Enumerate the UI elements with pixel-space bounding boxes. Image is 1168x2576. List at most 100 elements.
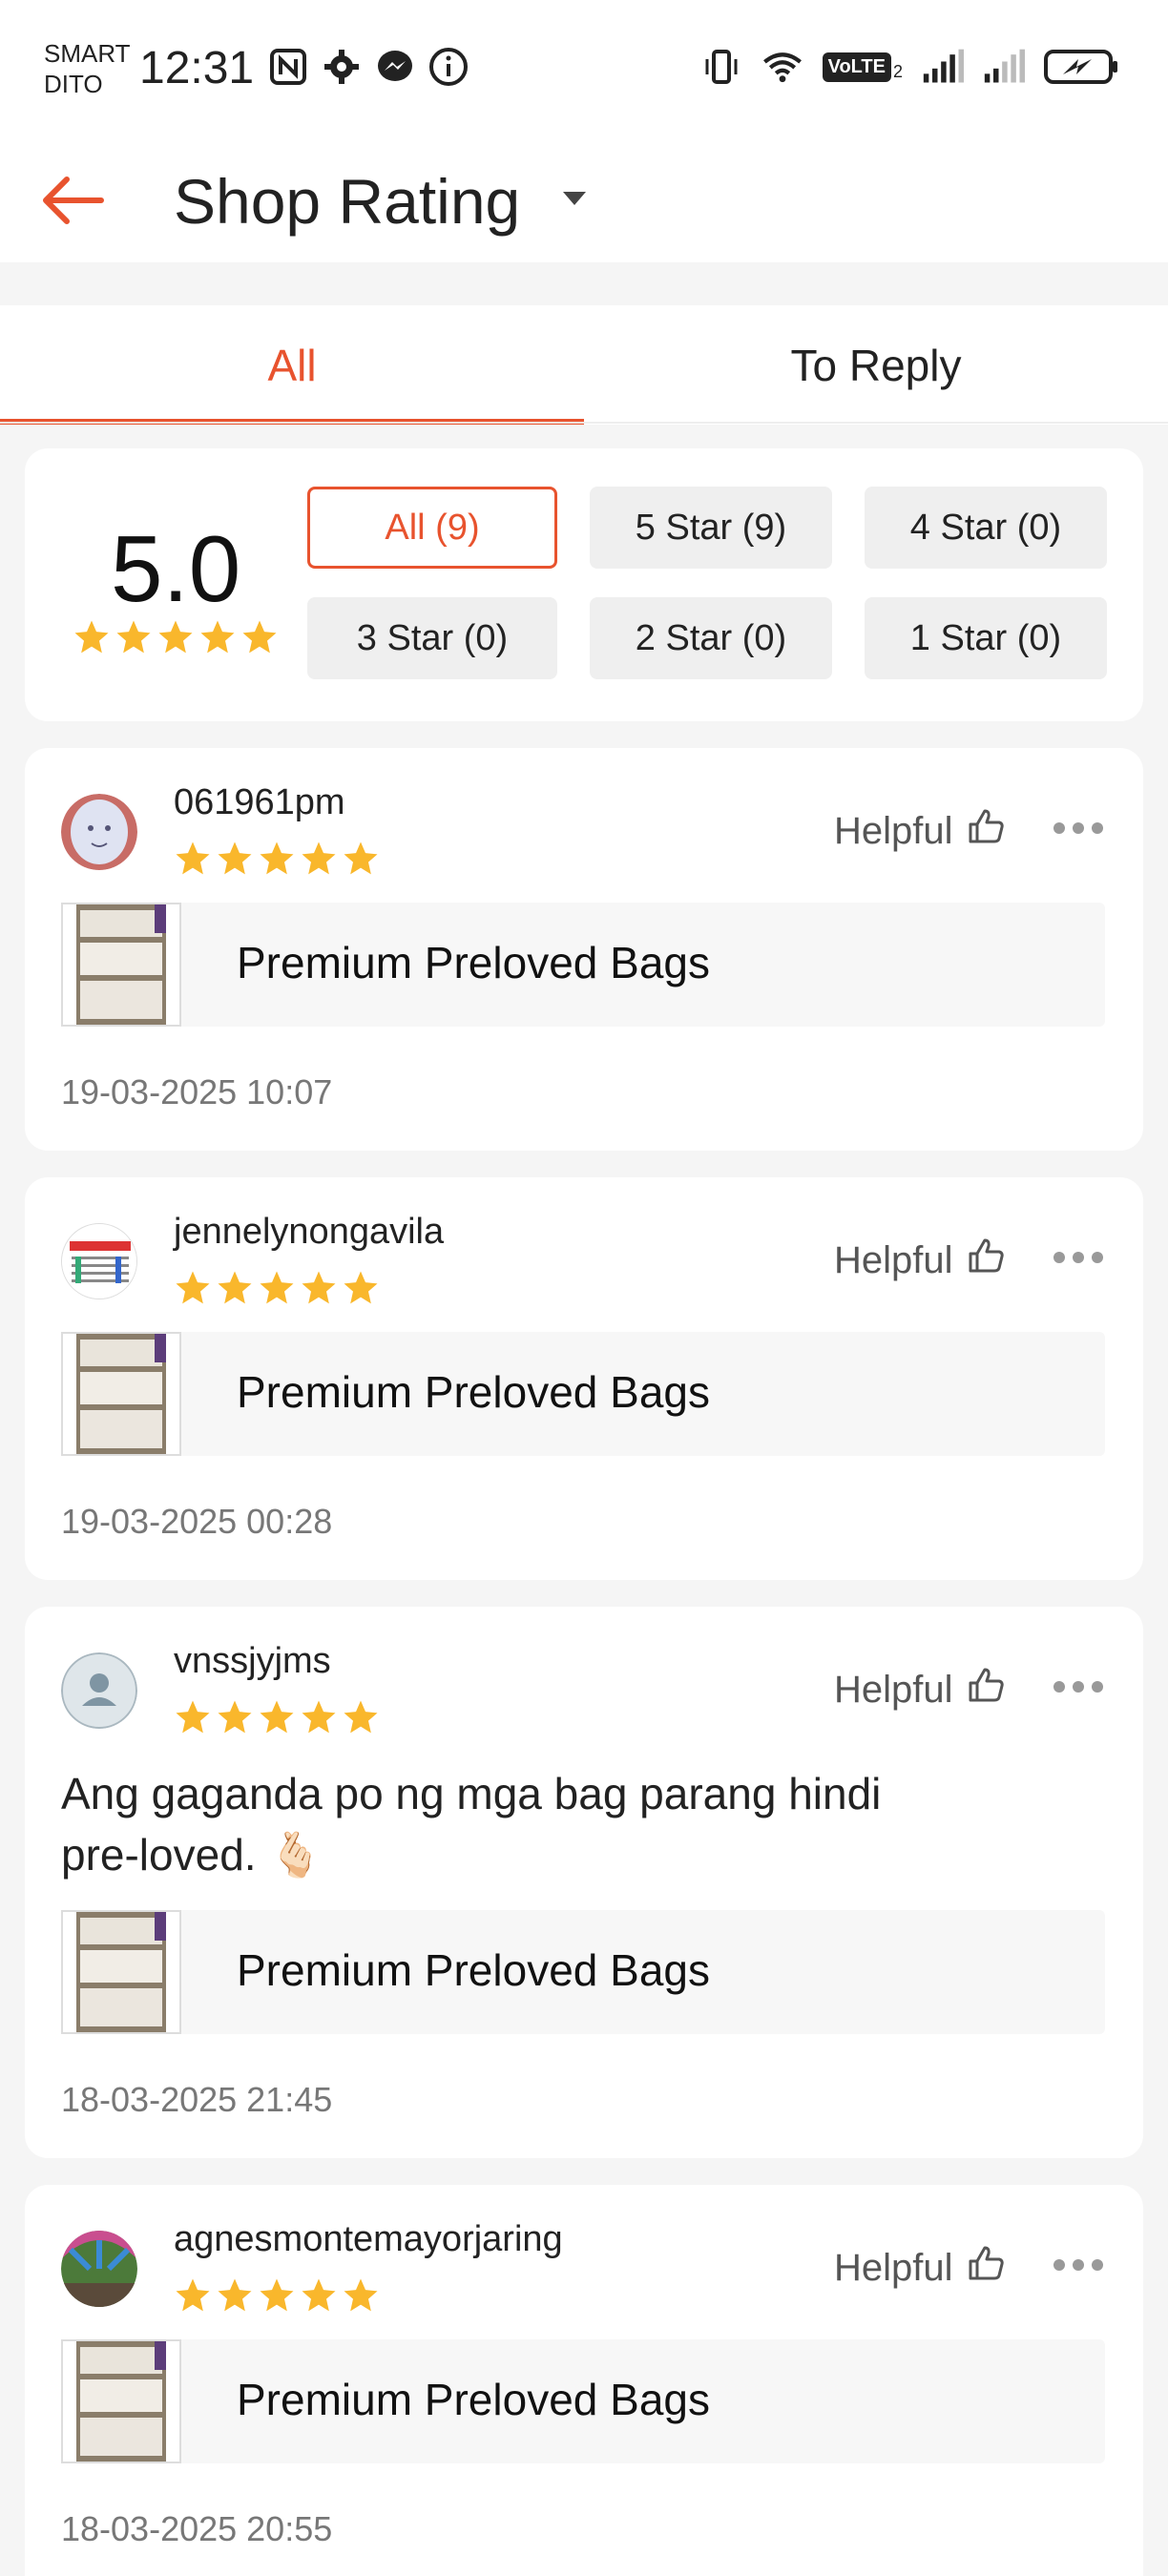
thumbs-up-icon: [967, 807, 1005, 855]
product-thumbnail: [61, 903, 181, 1027]
product-row[interactable]: Premium Preloved Bags: [61, 1910, 1105, 2034]
caret-down-icon[interactable]: [563, 192, 586, 212]
star-icon: [73, 618, 111, 661]
review-stars: [174, 2276, 380, 2319]
star-icon: [300, 1269, 338, 1312]
more-options-icon[interactable]: [1053, 1252, 1103, 1263]
star-icon: [300, 840, 338, 883]
star-icon: [115, 618, 153, 661]
star-icon: [300, 2276, 338, 2319]
messenger-icon: [374, 46, 416, 88]
helpful-button[interactable]: Helpful: [834, 807, 1005, 855]
product-row[interactable]: Premium Preloved Bags: [61, 903, 1105, 1027]
star-icon: [156, 618, 195, 661]
filter-5-star[interactable]: 5 Star (9): [590, 487, 832, 569]
carrier-label: SMART DITO: [44, 39, 131, 98]
more-options-icon[interactable]: [1053, 822, 1103, 834]
star-icon: [342, 1269, 380, 1312]
product-name: Premium Preloved Bags: [237, 1367, 710, 1417]
star-icon: [198, 618, 237, 661]
product-row[interactable]: Premium Preloved Bags: [61, 1332, 1105, 1456]
star-icon: [258, 2276, 296, 2319]
star-icon: [342, 1698, 380, 1741]
star-icon: [174, 2276, 212, 2319]
star-icon: [174, 1269, 212, 1312]
star-filter-group: All (9) 5 Star (9) 4 Star (0) 3 Star (0)…: [307, 487, 1107, 679]
back-arrow-icon[interactable]: [38, 167, 115, 234]
volte-badge: VoLTE 2: [822, 52, 903, 82]
helpful-button[interactable]: Helpful: [834, 1236, 1005, 1284]
thumbs-up-icon: [967, 2244, 1005, 2292]
review-card: agnesmontemayorjaring Helpful Premium Pr…: [25, 2185, 1143, 2576]
wifi-icon: [761, 46, 803, 88]
filter-2-star[interactable]: 2 Star (0): [590, 597, 832, 679]
page-title[interactable]: Shop Rating: [174, 165, 520, 238]
star-icon: [174, 1698, 212, 1741]
review-comment: Ang gaganda po ng mga bag parang hindi p…: [61, 1769, 882, 1880]
review-card: vnssjyjms Helpful Ang gaganda po ng mga …: [25, 1607, 1143, 2158]
product-row[interactable]: Premium Preloved Bags: [61, 2339, 1105, 2463]
avatar[interactable]: [61, 1223, 137, 1299]
reviewer-name: jennelynongavila: [174, 1212, 445, 1252]
avatar[interactable]: [61, 1652, 137, 1729]
review-stars: [174, 1269, 380, 1312]
review-date: 18-03-2025 21:45: [61, 2080, 333, 2119]
product-thumbnail: [61, 1332, 181, 1456]
reviewer-name: agnesmontemayorjaring: [174, 2219, 563, 2259]
star-icon: [216, 840, 254, 883]
helpful-button[interactable]: Helpful: [834, 1666, 1005, 1714]
thumbs-up-icon: [967, 1666, 1005, 1714]
review-card: jennelynongavila Helpful Premium Prelove…: [25, 1177, 1143, 1580]
app-header: Shop Rating: [0, 138, 1168, 262]
review-card: 061961pm Helpful Premium Preloved Bags 1…: [25, 748, 1143, 1151]
nfc-icon: [267, 46, 309, 88]
product-thumbnail: [61, 1910, 181, 2034]
star-icon: [216, 1698, 254, 1741]
tab-all[interactable]: All: [0, 305, 584, 425]
status-time: 12:31: [139, 43, 255, 93]
filter-4-star[interactable]: 4 Star (0): [865, 487, 1107, 569]
product-thumbnail: [61, 2339, 181, 2463]
thumbs-up-icon: [967, 1236, 1005, 1284]
settings-gear-icon: [321, 46, 363, 88]
review-stars: [174, 1698, 380, 1741]
average-score: 5.0: [111, 516, 241, 621]
review-stars: [174, 840, 380, 883]
star-icon: [216, 1269, 254, 1312]
rating-summary-card: 5.0 All (9) 5 Star (9) 4 Star (0) 3 Star…: [25, 448, 1143, 721]
star-icon: [240, 618, 279, 661]
battery-charging-icon: [1044, 46, 1120, 88]
product-name: Premium Preloved Bags: [237, 1945, 710, 1995]
review-date: 19-03-2025 00:28: [61, 1502, 333, 1541]
star-icon: [342, 840, 380, 883]
review-date: 18-03-2025 20:55: [61, 2509, 333, 2548]
star-icon: [342, 2276, 380, 2319]
signal-strength-icon: [922, 46, 964, 88]
helpful-button[interactable]: Helpful: [834, 2244, 1005, 2292]
star-icon: [258, 1698, 296, 1741]
star-icon: [258, 1269, 296, 1312]
star-icon: [300, 1698, 338, 1741]
reviewer-name: 061961pm: [174, 782, 345, 822]
tab-divider: [0, 422, 1168, 424]
more-options-icon[interactable]: [1053, 1681, 1103, 1693]
product-name: Premium Preloved Bags: [237, 938, 710, 987]
vibrate-icon: [700, 46, 742, 88]
avatar[interactable]: [61, 2231, 137, 2307]
avatar[interactable]: [61, 794, 137, 870]
info-icon: [428, 46, 469, 88]
reviewer-name: vnssjyjms: [174, 1641, 331, 1681]
star-icon: [258, 840, 296, 883]
tab-to-reply[interactable]: To Reply: [584, 305, 1168, 425]
filter-3-star[interactable]: 3 Star (0): [307, 597, 557, 679]
product-name: Premium Preloved Bags: [237, 2375, 710, 2424]
tab-bar: All To Reply: [0, 305, 1168, 425]
more-options-icon[interactable]: [1053, 2259, 1103, 2271]
filter-1-star[interactable]: 1 Star (0): [865, 597, 1107, 679]
review-date: 19-03-2025 10:07: [61, 1072, 333, 1111]
star-icon: [174, 840, 212, 883]
average-stars: [73, 618, 279, 661]
filter-all[interactable]: All (9): [307, 487, 557, 569]
signal-strength-2-icon: [983, 46, 1025, 88]
status-bar: SMART DITO 12:31 VoLTE 2: [0, 0, 1168, 138]
